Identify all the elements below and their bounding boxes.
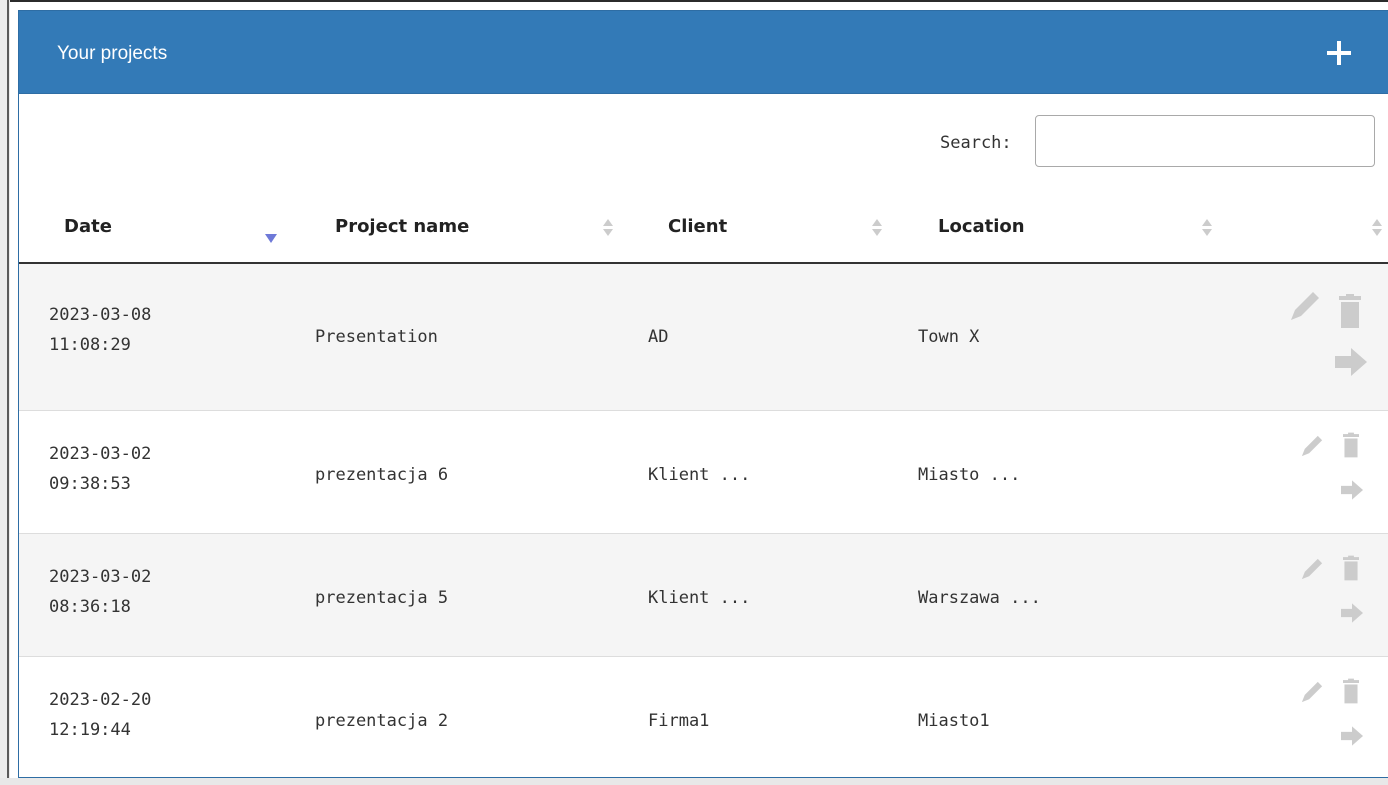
client-cell: Klient ... <box>648 465 751 485</box>
location-cell: Miasto1 <box>918 711 990 731</box>
time-value: 08:36:18 <box>49 597 131 617</box>
date-cell: 2023-03-02 08:36:18 <box>49 562 151 622</box>
trash-icon[interactable] <box>1343 555 1359 581</box>
trash-icon[interactable] <box>1343 678 1359 704</box>
column-header-label: Project name <box>335 216 470 237</box>
date-cell: 2023-02-20 12:19:44 <box>49 685 151 745</box>
sort-both-icon[interactable] <box>1201 219 1212 237</box>
trash-icon[interactable] <box>1339 294 1361 328</box>
trash-icon[interactable] <box>1343 432 1359 458</box>
project-name-cell: Presentation <box>315 327 438 347</box>
date-value: 2023-03-02 <box>49 567 152 587</box>
table-row[interactable]: 2023-03-02 08:36:18 prezentacja 5 Klient… <box>19 534 1388 657</box>
date-value: 2023-03-02 <box>49 444 152 464</box>
window-frame-bottom <box>0 778 1388 785</box>
arrow-right-icon[interactable] <box>1341 479 1363 501</box>
search-input[interactable] <box>1035 115 1375 167</box>
project-name-cell: prezentacja 2 <box>315 711 449 731</box>
add-project-button plus-icon[interactable] <box>1321 33 1357 73</box>
time-value: 09:38:53 <box>49 474 131 494</box>
location-cell: Miasto ... <box>918 465 1021 485</box>
panel-title: Your projects <box>57 43 168 64</box>
table-row[interactable]: 2023-03-08 11:08:29 Presentation AD Town… <box>19 264 1388 411</box>
arrow-right-icon[interactable] <box>1341 602 1363 624</box>
time-value: 11:08:29 <box>49 335 131 355</box>
date-cell: 2023-03-02 09:38:53 <box>49 439 151 499</box>
pencil-icon[interactable] <box>1299 433 1325 459</box>
client-cell: Firma1 <box>648 711 710 731</box>
table-row[interactable]: 2023-02-20 12:19:44 prezentacja 2 Firma1… <box>19 657 1388 777</box>
column-header-location[interactable]: Location <box>938 214 1025 240</box>
project-name-cell: prezentacja 6 <box>315 465 449 485</box>
column-header-client[interactable]: Client <box>668 214 727 240</box>
search-label: Search: <box>940 133 1012 153</box>
panel-header: Your projects <box>19 11 1388 94</box>
table-row[interactable]: 2023-03-02 09:38:53 prezentacja 6 Klient… <box>19 411 1388 534</box>
pencil-icon[interactable] <box>1287 288 1323 324</box>
pencil-icon[interactable] <box>1299 556 1325 582</box>
column-header-label: Location <box>938 216 1025 237</box>
date-cell: 2023-03-08 11:08:29 <box>49 300 151 360</box>
arrow-right-icon[interactable] <box>1341 725 1363 747</box>
window-frame-left <box>0 0 10 785</box>
column-header-label: Client <box>668 216 728 237</box>
location-cell: Town X <box>918 327 980 347</box>
sort-desc-icon[interactable] <box>265 234 277 244</box>
sort-both-icon[interactable] <box>1371 219 1382 237</box>
time-value: 12:19:44 <box>49 720 131 740</box>
location-cell: Warszawa ... <box>918 588 1041 608</box>
pencil-icon[interactable] <box>1299 679 1325 705</box>
project-name-cell: prezentacja 5 <box>315 588 449 608</box>
column-header-project-name[interactable]: Project name <box>335 214 469 240</box>
window-frame-top <box>0 0 1388 2</box>
date-value: 2023-02-20 <box>49 690 152 710</box>
arrow-right-icon[interactable] <box>1335 346 1367 378</box>
column-header-date[interactable]: Date <box>64 214 112 240</box>
client-cell: AD <box>648 327 669 347</box>
date-value: 2023-03-08 <box>49 305 152 325</box>
column-header-label: Date <box>64 216 112 237</box>
sort-both-icon[interactable] <box>602 219 613 237</box>
sort-both-icon[interactable] <box>871 219 882 237</box>
client-cell: Klient ... <box>648 588 751 608</box>
projects-panel: Your projects Search: Date Project name … <box>18 10 1388 778</box>
